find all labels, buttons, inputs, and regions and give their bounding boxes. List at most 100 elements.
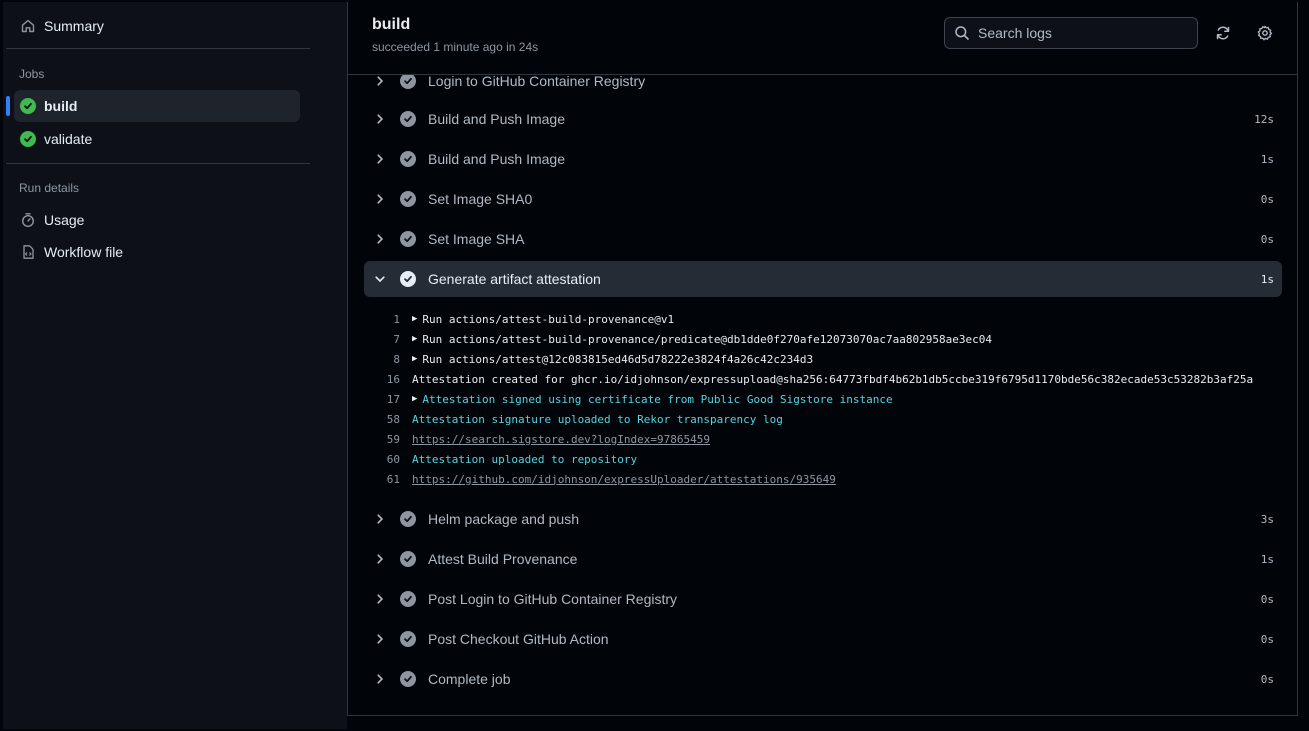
log-text: Run actions/attest@12c083815ed46d5d78222… (422, 352, 814, 366)
job-log-panel: build succeeded 1 minute ago in 24s Logi… (347, 2, 1298, 716)
jobs-heading: Jobs (19, 67, 45, 81)
check-circle-icon (20, 131, 36, 147)
divider (6, 163, 310, 164)
job-header: build succeeded 1 minute ago in 24s (348, 2, 1297, 75)
log-line: 16 Attestation created for ghcr.io/idjoh… (364, 369, 1282, 389)
file-code-icon (20, 244, 36, 260)
sidebar-item-label: Summary (44, 18, 104, 34)
step-duration: 3s (1260, 512, 1274, 526)
step-name: Helm package and push (428, 511, 579, 527)
step-row[interactable]: Set Image SHA0 0s (364, 181, 1282, 217)
sidebar-item-summary[interactable]: Summary (14, 10, 300, 42)
check-circle-icon (400, 551, 416, 567)
divider (6, 48, 310, 49)
check-circle-icon (400, 271, 416, 287)
gear-icon[interactable] (1256, 24, 1274, 42)
step-row[interactable]: Login to GitHub Container Registry (364, 75, 1282, 99)
sidebar-item-job-validate[interactable]: validate (14, 123, 300, 155)
chevron-right-icon (372, 513, 388, 525)
search-logs-box[interactable] (944, 17, 1198, 49)
sidebar-item-job-build[interactable]: build (6, 90, 300, 122)
check-circle-icon (20, 98, 36, 114)
step-duration: 1s (1260, 152, 1274, 166)
step-row[interactable]: Build and Push Image 12s (364, 101, 1282, 137)
check-circle-icon (400, 191, 416, 207)
log-link[interactable]: https://search.sigstore.dev?logIndex=978… (412, 433, 710, 446)
search-logs-input[interactable] (978, 25, 1178, 41)
check-circle-icon (400, 671, 416, 687)
check-circle-icon (400, 631, 416, 647)
check-circle-icon (400, 151, 416, 167)
caret-right-icon[interactable]: ▶ (412, 354, 417, 364)
job-title: build (372, 16, 411, 33)
log-line: 58 Attestation signature uploaded to Rek… (364, 409, 1282, 429)
log-line: 60 Attestation uploaded to repository (364, 449, 1282, 469)
stopwatch-icon (20, 212, 36, 228)
step-name: Attest Build Provenance (428, 551, 578, 567)
caret-right-icon[interactable]: ▶ (412, 314, 417, 324)
log-line[interactable]: 7 ▶ Run actions/attest-build-provenance/… (364, 329, 1282, 349)
log-line-number: 61 (386, 472, 400, 486)
log-line-number: 8 (393, 352, 400, 366)
log-text: Attestation created for ghcr.io/idjohnso… (412, 372, 1254, 386)
log-text: Attestation signature uploaded to Rekor … (412, 412, 783, 426)
step-row[interactable]: Post Checkout GitHub Action 0s (364, 621, 1282, 657)
step-name: Set Image SHA0 (428, 191, 533, 207)
step-duration: 0s (1260, 232, 1274, 246)
step-row[interactable]: Complete job 0s (364, 661, 1282, 697)
step-duration: 0s (1260, 592, 1274, 606)
step-row[interactable]: Set Image SHA 0s (364, 221, 1282, 257)
step-name: Post Checkout GitHub Action (428, 631, 609, 647)
step-row[interactable]: Post Login to GitHub Container Registry … (364, 581, 1282, 617)
chevron-right-icon (372, 673, 388, 685)
step-name: Generate artifact attestation (428, 271, 601, 287)
log-line-number: 60 (386, 452, 400, 466)
caret-right-icon[interactable]: ▶ (412, 334, 417, 344)
chevron-right-icon (372, 113, 388, 125)
chevron-right-icon (372, 153, 388, 165)
refresh-icon[interactable] (1214, 24, 1232, 42)
step-row[interactable]: Helm package and push 3s (364, 501, 1282, 537)
log-line[interactable]: 17 ▶ Attestation signed using certificat… (364, 389, 1282, 409)
step-name: Complete job (428, 671, 511, 687)
log-line[interactable]: 8 ▶ Run actions/attest@12c083815ed46d5d7… (364, 349, 1282, 369)
chevron-right-icon (372, 633, 388, 645)
log-line-number: 7 (393, 332, 400, 346)
sidebar-item-workflow-file[interactable]: Workflow file (14, 236, 300, 268)
job-status-text: succeeded 1 minute ago in 24s (372, 40, 539, 54)
sidebar: Summary Jobs build validate Run details … (3, 2, 347, 729)
step-duration: 1s (1260, 552, 1274, 566)
chevron-right-icon (372, 593, 388, 605)
check-circle-icon (400, 511, 416, 527)
chevron-right-icon (372, 75, 388, 87)
chevron-right-icon (372, 193, 388, 205)
caret-right-icon[interactable]: ▶ (412, 394, 417, 404)
step-row[interactable]: Attest Build Provenance 1s (364, 541, 1282, 577)
check-circle-icon (400, 231, 416, 247)
sidebar-item-label: Workflow file (44, 244, 124, 260)
home-icon (20, 18, 36, 34)
step-duration: 0s (1260, 192, 1274, 206)
step-row-expanded[interactable]: Generate artifact attestation 1s (364, 261, 1282, 297)
log-line-number: 59 (386, 432, 400, 446)
sidebar-item-label: build (44, 98, 78, 114)
check-circle-icon (400, 591, 416, 607)
log-line[interactable]: 1 ▶ Run actions/attest-build-provenance@… (364, 309, 1282, 329)
log-text: Attestation signed using certificate fro… (422, 392, 893, 406)
log-link[interactable]: https://github.com/idjohnson/expressUplo… (412, 473, 836, 486)
app-frame: Summary Jobs build validate Run details … (0, 0, 1309, 731)
log-line-number: 17 (386, 392, 400, 406)
chevron-right-icon (372, 233, 388, 245)
chevron-right-icon (372, 553, 388, 565)
log-line-number: 16 (386, 372, 400, 386)
step-row[interactable]: Build and Push Image 1s (364, 141, 1282, 177)
sidebar-item-usage[interactable]: Usage (14, 204, 300, 236)
log-line: 59 https://search.sigstore.dev?logIndex=… (364, 429, 1282, 449)
log-text: Attestation uploaded to repository (412, 452, 638, 466)
step-name: Set Image SHA (428, 231, 525, 247)
step-duration: 1s (1260, 272, 1274, 286)
log-line: 61 https://github.com/idjohnson/expressU… (364, 469, 1282, 489)
step-name: Login to GitHub Container Registry (428, 75, 646, 89)
step-duration: 0s (1260, 672, 1274, 686)
step-duration: 12s (1254, 112, 1274, 126)
